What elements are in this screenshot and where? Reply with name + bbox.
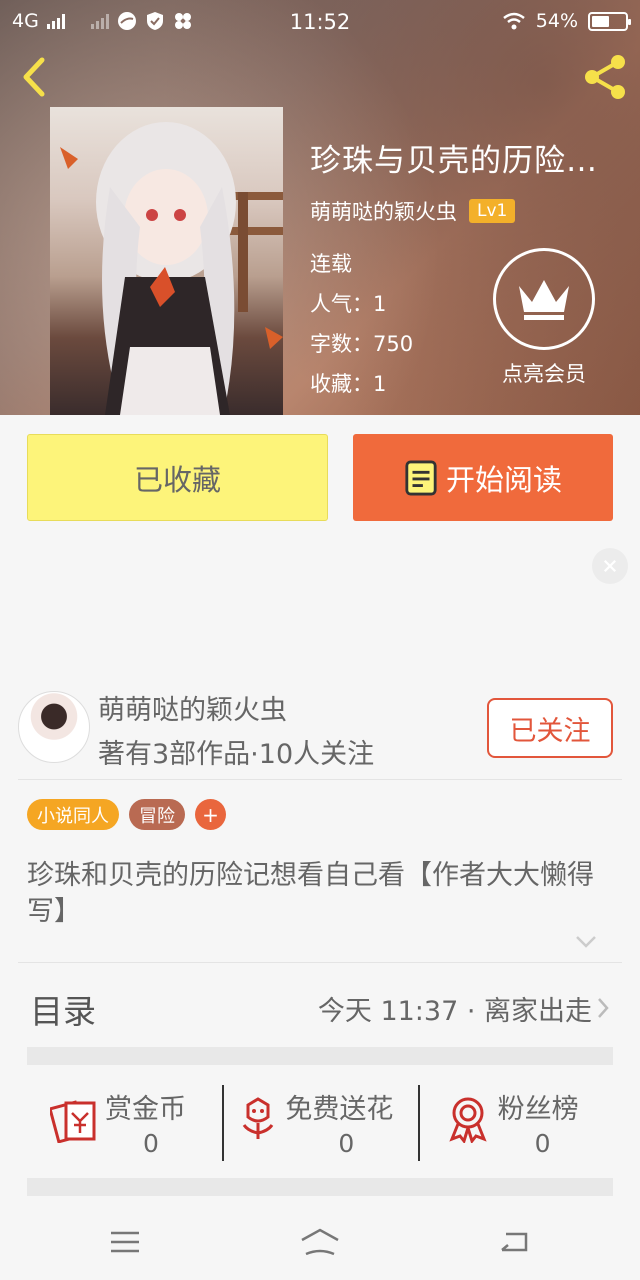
wifi-icon xyxy=(502,12,525,30)
battery-percent: 54% xyxy=(535,10,578,32)
vip-button[interactable]: 点亮会员 xyxy=(488,248,600,388)
start-reading-label: 开始阅读 xyxy=(445,462,562,497)
chevron-right-icon xyxy=(598,998,609,1018)
close-icon[interactable] xyxy=(592,548,628,584)
follow-button[interactable]: 已关注 xyxy=(487,698,613,758)
toc-latest-chapter: 今天 11:37 · 离家出走 xyxy=(317,996,592,1027)
reward-coins-label: 赏金币 xyxy=(105,1094,186,1125)
book-summary: 珍珠和贝壳的历险记想看自己看【作者大大懒得写】 xyxy=(27,860,594,927)
reward-fans[interactable]: 粉丝榜 0 xyxy=(417,1065,613,1178)
reward-flower[interactable]: 免费送花 0 xyxy=(222,1065,417,1178)
flower-icon xyxy=(243,1097,274,1139)
level-badge: Lv1 xyxy=(469,199,516,223)
crown-icon xyxy=(493,248,595,350)
reward-coins-count: 0 xyxy=(143,1129,159,1158)
vip-label: 点亮会员 xyxy=(502,362,586,386)
tag-list: 小说同人 冒险 + xyxy=(27,799,226,830)
reward-flower-count: 0 xyxy=(338,1129,355,1158)
menu-icon[interactable] xyxy=(105,1226,145,1258)
add-tag-button[interactable]: + xyxy=(195,799,226,830)
toc-title: 目录 xyxy=(30,992,96,1031)
start-reading-button[interactable]: 开始阅读 xyxy=(353,434,613,521)
section-band xyxy=(27,1047,613,1065)
book-author[interactable]: 萌萌哒的颖火虫 xyxy=(310,196,457,226)
author-name[interactable]: 萌萌哒的颖火虫 xyxy=(98,688,287,727)
book-header: 4G 11:52 54% 珍珠与贝壳的历险… 萌萌哒的颖火虫 Lv1 连载 人气… xyxy=(0,0,640,415)
tag-adventure[interactable]: 冒险 xyxy=(129,799,185,830)
divider xyxy=(18,779,622,780)
author-stats: 著有3部作品·10人关注 xyxy=(98,739,375,770)
reward-flower-label: 免费送花 xyxy=(285,1094,394,1125)
follow-label: 已关注 xyxy=(509,715,591,747)
book-icon xyxy=(405,460,437,495)
chevron-down-icon[interactable] xyxy=(574,934,598,950)
battery-icon xyxy=(588,11,631,31)
avatar[interactable] xyxy=(18,691,90,763)
favorite-label: 已收藏 xyxy=(133,462,221,497)
reward-bar: 赏金币 0 免费送花 0 粉丝榜 0 xyxy=(27,1065,613,1178)
status-bar: 4G 11:52 54% xyxy=(0,0,640,44)
system-nav-bar xyxy=(0,1200,640,1280)
tag-fanfic[interactable]: 小说同人 xyxy=(27,799,119,830)
share-icon[interactable] xyxy=(580,52,630,102)
table-of-contents[interactable]: 目录 今天 11:37 · 离家出走 xyxy=(0,963,640,1047)
book-title: 珍珠与贝壳的历险… xyxy=(310,143,598,179)
back-icon[interactable] xyxy=(496,1226,536,1258)
medal-icon xyxy=(449,1097,487,1143)
section-band xyxy=(27,1178,613,1196)
back-arrow-icon[interactable] xyxy=(14,54,54,100)
author-card[interactable]: 萌萌哒的颖火虫 著有3部作品·10人关注 已关注 xyxy=(0,688,640,780)
home-icon[interactable] xyxy=(298,1226,342,1258)
red-envelope-icon xyxy=(50,1100,96,1143)
favorite-button[interactable]: 已收藏 xyxy=(27,434,328,521)
reward-coins[interactable]: 赏金币 0 xyxy=(27,1065,222,1178)
reward-fans-label: 粉丝榜 xyxy=(497,1094,579,1125)
book-cover[interactable] xyxy=(50,107,283,415)
reward-fans-count: 0 xyxy=(534,1129,551,1158)
